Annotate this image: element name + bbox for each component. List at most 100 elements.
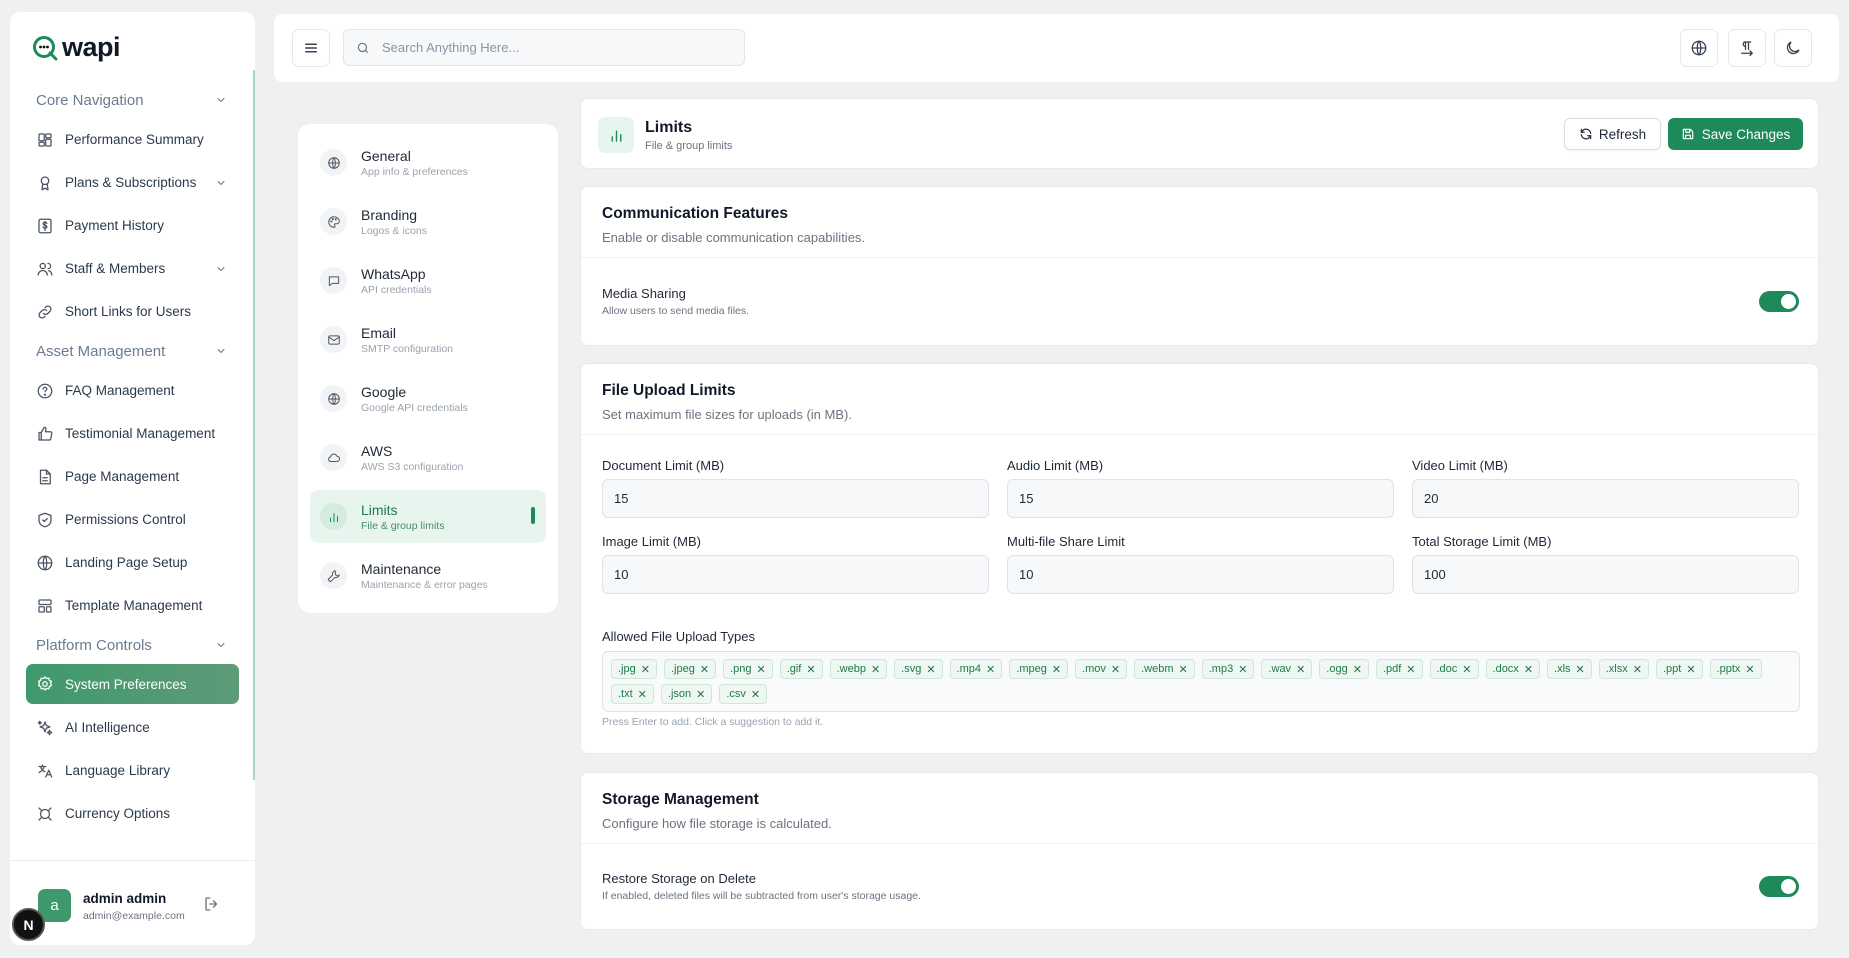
sidebar-item-plans-subscriptions[interactable]: Plans & Subscriptions	[10, 161, 255, 204]
remove-chip-icon[interactable]: ✕	[1052, 663, 1061, 676]
remove-chip-icon[interactable]: ✕	[1238, 663, 1247, 676]
remove-chip-icon[interactable]: ✕	[1686, 663, 1695, 676]
restore-storage-toggle[interactable]	[1759, 876, 1799, 897]
save-changes-button[interactable]: Save Changes	[1668, 118, 1803, 150]
brand-logo[interactable]: wapi	[32, 32, 121, 63]
sidebar-item-ai-intelligence[interactable]: AI Intelligence	[10, 706, 255, 749]
media-sharing-toggle[interactable]	[1759, 291, 1799, 312]
remove-chip-icon[interactable]: ✕	[1353, 663, 1362, 676]
refresh-button[interactable]: Refresh	[1564, 118, 1661, 150]
remove-chip-icon[interactable]: ✕	[1179, 663, 1188, 676]
sidebar-item-staff-members[interactable]: Staff & Members	[10, 247, 255, 290]
sidebar-item-template-management[interactable]: Template Management	[10, 584, 255, 627]
remove-chip-icon[interactable]: ✕	[871, 663, 880, 676]
user-name: admin admin	[83, 891, 167, 906]
globe-icon	[37, 555, 53, 570]
total-storage-limit-mb-input[interactable]: 100	[1412, 555, 1799, 594]
settings-tab-maintenance[interactable]: Maintenance Maintenance & error pages	[310, 549, 546, 602]
settings-tab-general[interactable]: General App info & preferences	[310, 136, 546, 189]
settings-tab-aws[interactable]: AWS AWS S3 configuration	[310, 431, 546, 484]
remove-chip-icon[interactable]: ✕	[1633, 663, 1642, 676]
media-sharing-label: Media Sharing	[602, 286, 686, 301]
file-type-chip: .png ✕	[723, 659, 773, 679]
chevron-down-icon	[217, 349, 225, 353]
remove-chip-icon[interactable]: ✕	[1296, 663, 1305, 676]
remove-chip-icon[interactable]: ✕	[696, 688, 705, 701]
allowed-types-input[interactable]: .jpg ✕ .jpeg ✕ .png ✕ .gif ✕ .webp ✕ .svg ✕ .mp4 ✕ .mp…	[602, 651, 1800, 712]
text-direction-button[interactable]	[1728, 29, 1766, 67]
sidebar-item-label: Page Management	[65, 469, 180, 484]
settings-tab-branding[interactable]: Branding Logos & icons	[310, 195, 546, 248]
mail-icon	[327, 334, 340, 345]
allowed-types-hint: Press Enter to add. Click a suggestion t…	[602, 716, 824, 728]
dev-tools-badge[interactable]: N	[12, 908, 45, 941]
settings-tab-title: Email	[361, 324, 397, 341]
nav-section-header[interactable]: Core Navigation	[10, 82, 255, 118]
document-limit-mb-input[interactable]: 15	[602, 479, 989, 518]
sidebar-item-currency-options[interactable]: Currency Options	[10, 792, 255, 835]
sidebar-item-faq-management[interactable]: FAQ Management	[10, 369, 255, 412]
settings-tab-title: Google	[361, 383, 407, 400]
multi-file-share-limit-field: Multi-file Share Limit 10	[1007, 534, 1394, 594]
palette-icon	[327, 215, 340, 228]
nav-section-header[interactable]: Platform Controls	[10, 627, 255, 663]
search-box[interactable]	[343, 29, 745, 66]
remove-chip-icon[interactable]: ✕	[756, 663, 765, 676]
theme-toggle-button[interactable]	[1774, 29, 1812, 67]
sidebar-item-page-management[interactable]: Page Management	[10, 455, 255, 498]
multi-file-share-limit-input[interactable]: 10	[1007, 555, 1394, 594]
user-panel: a admin admin admin@example.com	[10, 860, 255, 945]
sidebar-item-system-preferences[interactable]: System Preferences	[26, 664, 239, 704]
audio-limit-mb-input[interactable]: 15	[1007, 479, 1394, 518]
search-input[interactable]	[382, 40, 722, 55]
sidebar-item-language-library[interactable]: Language Library	[10, 749, 255, 792]
settings-tab-subtitle: Logos & icons	[361, 224, 427, 237]
settings-tab-google[interactable]: Google Google API credentials	[310, 372, 546, 425]
logout-icon[interactable]	[203, 895, 221, 913]
file-type-label: .csv	[726, 688, 746, 700]
remove-chip-icon[interactable]: ✕	[1111, 663, 1120, 676]
settings-tab-limits[interactable]: Limits File & group limits	[310, 490, 546, 543]
sidebar-item-label: Permissions Control	[65, 512, 186, 527]
video-limit-mb-input[interactable]: 20	[1412, 479, 1799, 518]
remove-chip-icon[interactable]: ✕	[1462, 663, 1471, 676]
chevron-down-icon	[217, 643, 225, 647]
allowed-types-label: Allowed File Upload Types	[602, 629, 755, 644]
language-button[interactable]	[1680, 29, 1718, 67]
sidebar-item-testimonial-management[interactable]: Testimonial Management	[10, 412, 255, 455]
sidebar-item-permissions-control[interactable]: Permissions Control	[10, 498, 255, 541]
sidebar-item-short-links-for-users[interactable]: Short Links for Users	[10, 290, 255, 333]
sidebar-item-label: Currency Options	[65, 806, 171, 821]
remove-chip-icon[interactable]: ✕	[1745, 663, 1754, 676]
remove-chip-icon[interactable]: ✕	[751, 688, 760, 701]
sidebar-item-landing-page-setup[interactable]: Landing Page Setup	[10, 541, 255, 584]
active-indicator	[531, 507, 535, 524]
file-type-label: .ogg	[1326, 663, 1348, 675]
restore-storage-label: Restore Storage on Delete	[602, 871, 756, 886]
settings-tab-whatsapp[interactable]: WhatsApp API credentials	[310, 254, 546, 307]
remove-chip-icon[interactable]: ✕	[806, 663, 815, 676]
nav-section-header[interactable]: Asset Management	[10, 333, 255, 369]
image-limit-mb-input[interactable]: 10	[602, 555, 989, 594]
remove-chip-icon[interactable]: ✕	[638, 688, 647, 701]
remove-chip-icon[interactable]: ✕	[641, 663, 650, 676]
card-description: Set maximum file sizes for uploads (in M…	[602, 407, 852, 422]
remove-chip-icon[interactable]: ✕	[986, 663, 995, 676]
menu-toggle-button[interactable]	[292, 29, 330, 67]
remove-chip-icon[interactable]: ✕	[1406, 663, 1415, 676]
file-type-label: .wav	[1268, 663, 1292, 675]
remove-chip-icon[interactable]: ✕	[926, 663, 935, 676]
remove-chip-icon[interactable]: ✕	[1524, 663, 1533, 676]
file-type-chip: .csv ✕	[719, 684, 768, 704]
remove-chip-icon[interactable]: ✕	[700, 663, 709, 676]
sidebar-item-payment-history[interactable]: Payment History	[10, 204, 255, 247]
file-type-label: .mp3	[1208, 663, 1234, 675]
file-type-label: .mpeg	[1016, 663, 1047, 675]
file-type-label: .svg	[901, 663, 922, 675]
remove-chip-icon[interactable]: ✕	[1576, 663, 1585, 676]
settings-tab-email[interactable]: Email SMTP configuration	[310, 313, 546, 366]
sidebar-item-performance-summary[interactable]: Performance Summary	[10, 118, 255, 161]
settings-tab-icon	[320, 444, 347, 471]
refresh-label: Refresh	[1598, 126, 1647, 142]
settings-tab-subtitle: AWS S3 configuration	[361, 460, 464, 473]
